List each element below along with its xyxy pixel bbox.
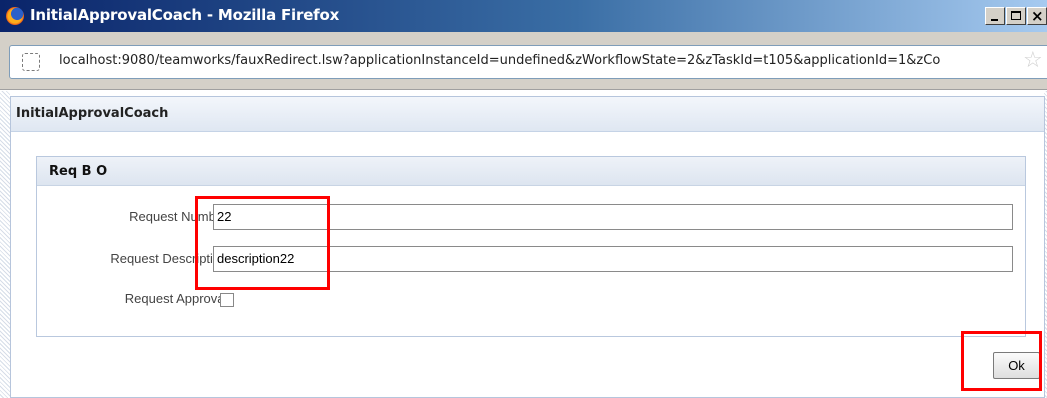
minimize-button[interactable] <box>985 7 1005 25</box>
request-description-input[interactable]: description22 <box>213 246 1013 272</box>
request-approval-label: Request Approval: <box>124 291 231 306</box>
section-title: Req B O <box>37 157 1025 186</box>
maximize-button[interactable] <box>1006 7 1026 25</box>
firefox-icon <box>6 7 24 25</box>
highlight-box-fields <box>195 196 330 290</box>
coach-title: InitialApprovalCoach <box>11 97 1044 132</box>
req-bo-section: Req B O Request Number: 22 Request Descr… <box>36 156 1026 337</box>
minimize-icon <box>991 19 998 21</box>
request-number-input[interactable]: 22 <box>213 204 1013 230</box>
left-border-strip <box>0 91 10 398</box>
highlight-box-ok <box>961 331 1042 391</box>
request-approval-checkbox[interactable] <box>220 293 234 307</box>
coach-panel: InitialApprovalCoach Req B O Request Num… <box>10 96 1045 398</box>
window-controls: × <box>984 7 1047 25</box>
close-button[interactable]: × <box>1027 7 1047 25</box>
maximize-icon <box>1011 11 1021 20</box>
window-title-bar[interactable]: InitialApprovalCoach - Mozilla Firefox × <box>0 0 1047 32</box>
window-title: InitialApprovalCoach - Mozilla Firefox <box>30 6 340 24</box>
address-bar: localhost:9080/teamworks/fauxRedirect.ls… <box>0 32 1047 90</box>
page-icon[interactable] <box>22 53 40 71</box>
url-text: localhost:9080/teamworks/fauxRedirect.ls… <box>59 53 941 68</box>
url-field[interactable]: localhost:9080/teamworks/fauxRedirect.ls… <box>9 45 1047 79</box>
page-content: InitialApprovalCoach Req B O Request Num… <box>0 91 1047 398</box>
bookmark-star-icon[interactable]: ☆ <box>1023 50 1043 72</box>
close-icon: × <box>1031 7 1044 25</box>
